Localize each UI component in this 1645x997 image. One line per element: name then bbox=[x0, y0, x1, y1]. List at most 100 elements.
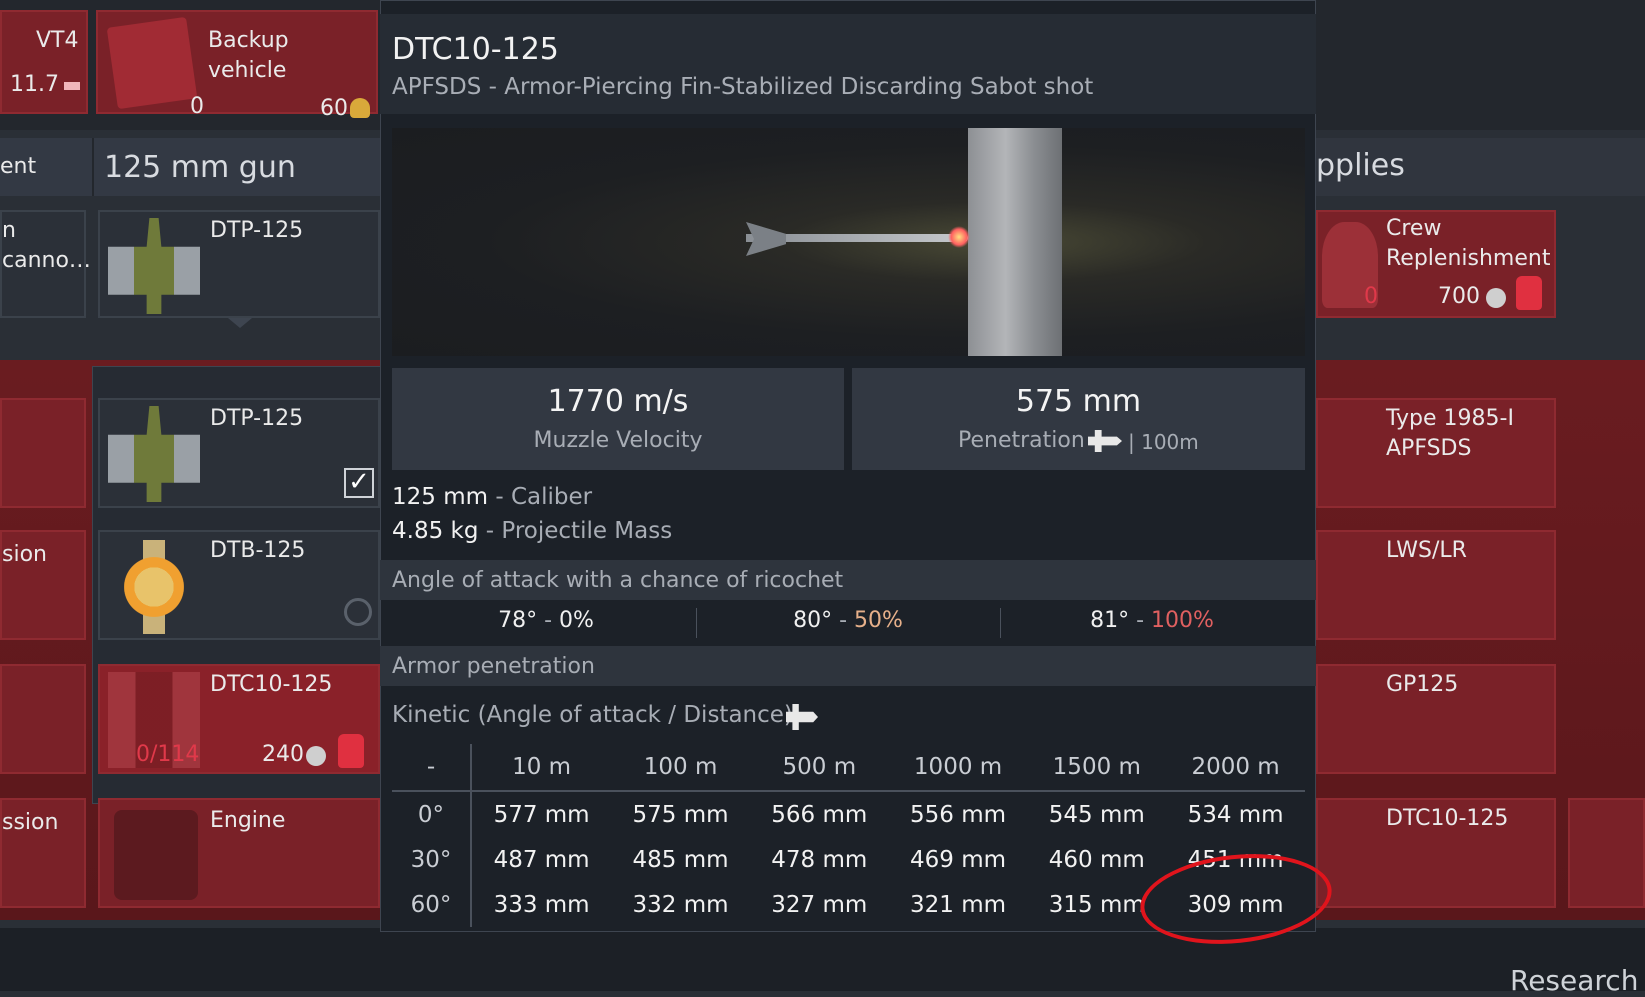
armor-header: Armor penetration bbox=[392, 654, 595, 679]
distance-header: 1000 m bbox=[888, 744, 1028, 792]
vehicle-slot[interactable]: VT4 11.7 bbox=[0, 10, 88, 114]
ammo-option-name: DTP-125 bbox=[210, 406, 304, 431]
engine-label: Engine bbox=[210, 808, 286, 833]
ricochet-item: 78° - 0% bbox=[396, 608, 696, 633]
penetration-cell: 485 mm bbox=[632, 846, 729, 873]
penetration-cell: 545 mm bbox=[1048, 801, 1145, 828]
radio-icon[interactable] bbox=[344, 598, 372, 626]
far-right-slot[interactable] bbox=[1568, 798, 1645, 908]
gun-header: 125 mm gun bbox=[104, 150, 296, 185]
distance-header: 1500 m bbox=[1027, 744, 1167, 792]
penetration-cell: 327 mm bbox=[771, 891, 868, 918]
rp-icon bbox=[1486, 288, 1506, 308]
caliber-label: - Caliber bbox=[495, 484, 593, 510]
ricochet-section-header: Angle of attack with a chance of ricoche… bbox=[380, 560, 1316, 600]
dtc-right-slot[interactable]: DTC10-125 bbox=[1316, 798, 1556, 908]
mass-row: 4.85 kg - Projectile Mass bbox=[392, 518, 672, 544]
left-slot-5[interactable]: ssion bbox=[0, 798, 86, 908]
gun-section-header: ent 125 mm gun bbox=[0, 138, 380, 196]
checkbox-checked-icon[interactable]: ✓ bbox=[344, 468, 374, 498]
dropdown-pointer-icon bbox=[228, 318, 252, 328]
ricochet-chance: 100% bbox=[1151, 608, 1214, 633]
angle-cell: 0° bbox=[392, 791, 472, 837]
caliber-value: 125 mm bbox=[392, 484, 489, 510]
vehicle-name: VT4 bbox=[36, 28, 79, 53]
penetration-box: 575 mm Penetration | 100m bbox=[852, 368, 1305, 470]
backup-label-2: vehicle bbox=[208, 58, 287, 83]
ammo-option-dtc[interactable]: DTC10-125 0/114 240 bbox=[98, 664, 380, 774]
distance-header: 500 m bbox=[749, 744, 889, 792]
left-slot-3[interactable]: sion bbox=[0, 530, 86, 640]
penetration-cell: 321 mm bbox=[910, 891, 1007, 918]
ricochet-divider bbox=[1000, 608, 1001, 638]
penetration-cell: 575 mm bbox=[632, 801, 729, 828]
crew-label-1: Crew bbox=[1386, 216, 1442, 241]
research-progress: 0/114 bbox=[136, 742, 200, 767]
header-divider bbox=[92, 138, 94, 196]
penetration-cell: 534 mm bbox=[1187, 801, 1284, 828]
penetration-cell: 556 mm bbox=[910, 801, 1007, 828]
br-flag-icon bbox=[64, 82, 80, 90]
kinetic-label: Kinetic (Angle of attack / Distance) bbox=[392, 702, 793, 728]
penetration-cell: 577 mm bbox=[493, 801, 590, 828]
engine-slot[interactable]: Engine bbox=[98, 798, 380, 908]
left-slot-1[interactable]: n canno… bbox=[0, 210, 91, 318]
rp-icon bbox=[306, 746, 326, 766]
bottom-bar: Research bbox=[0, 928, 1645, 997]
muzzle-velocity-label: Muzzle Velocity bbox=[533, 428, 703, 453]
dtc-right-label: DTC10-125 bbox=[1386, 806, 1509, 831]
ricochet-header: Angle of attack with a chance of ricoche… bbox=[392, 568, 844, 593]
gp125-slot[interactable]: GP125 bbox=[1316, 664, 1556, 774]
ricochet-sep: - bbox=[537, 608, 560, 633]
ricochet-angle: 80° bbox=[793, 608, 833, 633]
type1985-slot[interactable]: Type 1985-I APFSDS bbox=[1316, 398, 1556, 508]
muzzle-velocity-value: 1770 m/s bbox=[547, 384, 689, 419]
impact-flash bbox=[948, 226, 970, 248]
lws-slot[interactable]: LWS/LR bbox=[1316, 530, 1556, 640]
left-slot-5-label: ssion bbox=[2, 810, 59, 835]
backup-vehicle-slot[interactable]: Backup vehicle 0 60 bbox=[96, 10, 378, 121]
penetration-distance: | 100m bbox=[1128, 430, 1199, 454]
ricochet-item: 80° - 50% bbox=[698, 608, 998, 633]
backup-label-1: Backup bbox=[208, 28, 289, 53]
left-slot-3-label: sion bbox=[2, 542, 47, 567]
penetration-value: 575 mm bbox=[1015, 384, 1142, 419]
ricochet-sep: - bbox=[1129, 608, 1152, 633]
ammo-option-dtp[interactable]: DTP-125 ✓ bbox=[98, 398, 380, 508]
lws-label: LWS/LR bbox=[1386, 538, 1467, 563]
armor-plate-image bbox=[968, 128, 1062, 356]
lock-icon bbox=[1516, 276, 1542, 310]
supplies-header-partial: pplies bbox=[1316, 148, 1405, 183]
tooltip-title: DTC10-125 bbox=[392, 32, 559, 67]
ammo-selected-slot[interactable]: DTP-125 bbox=[98, 210, 380, 318]
type1985-label-1: Type 1985-I bbox=[1386, 406, 1514, 431]
mass-value: 4.85 kg bbox=[392, 518, 479, 544]
penetration-cell: 487 mm bbox=[493, 846, 590, 873]
vehicle-br: 11.7 bbox=[10, 72, 59, 97]
supplies-header: pplies bbox=[1316, 138, 1645, 196]
shell-icon bbox=[108, 218, 200, 314]
backup-cost: 60 bbox=[320, 96, 348, 121]
penetration-cell: 566 mm bbox=[771, 801, 868, 828]
penetration-cell: 333 mm bbox=[493, 891, 590, 918]
caliber-row: 125 mm - Caliber bbox=[392, 484, 592, 510]
shell-icon bbox=[108, 406, 200, 502]
tooltip-subtitle: APFSDS - Armor-Piercing Fin-Stabilized D… bbox=[392, 74, 1094, 100]
left-slot-2[interactable] bbox=[0, 398, 86, 508]
ricochet-chance: 50% bbox=[854, 608, 903, 633]
table-header-row: - 10 m 100 m 500 m 1000 m 1500 m 2000 m bbox=[392, 744, 1305, 792]
crew-label-2: Replenishment bbox=[1386, 246, 1551, 271]
ammo-option-name: DTB-125 bbox=[210, 538, 306, 563]
left-slot-4[interactable] bbox=[0, 664, 86, 774]
ricochet-chance: 0% bbox=[559, 608, 594, 633]
eagle-icon bbox=[350, 98, 370, 118]
ammo-option-dtb[interactable]: DTB-125 bbox=[98, 530, 380, 640]
research-button[interactable]: Research bbox=[1510, 964, 1638, 997]
crew-replenishment-slot[interactable]: Crew Replenishment 0 700 bbox=[1316, 210, 1556, 318]
table-row: 0° 577 mm 575 mm 566 mm 556 mm 545 mm 53… bbox=[392, 791, 1305, 837]
gp125-label: GP125 bbox=[1386, 672, 1459, 697]
left-slot-1-line2: canno… bbox=[2, 248, 91, 273]
ricochet-angle: 78° bbox=[498, 608, 538, 633]
crew-cost: 700 bbox=[1438, 284, 1480, 309]
type1985-label-2: APFSDS bbox=[1386, 436, 1472, 461]
